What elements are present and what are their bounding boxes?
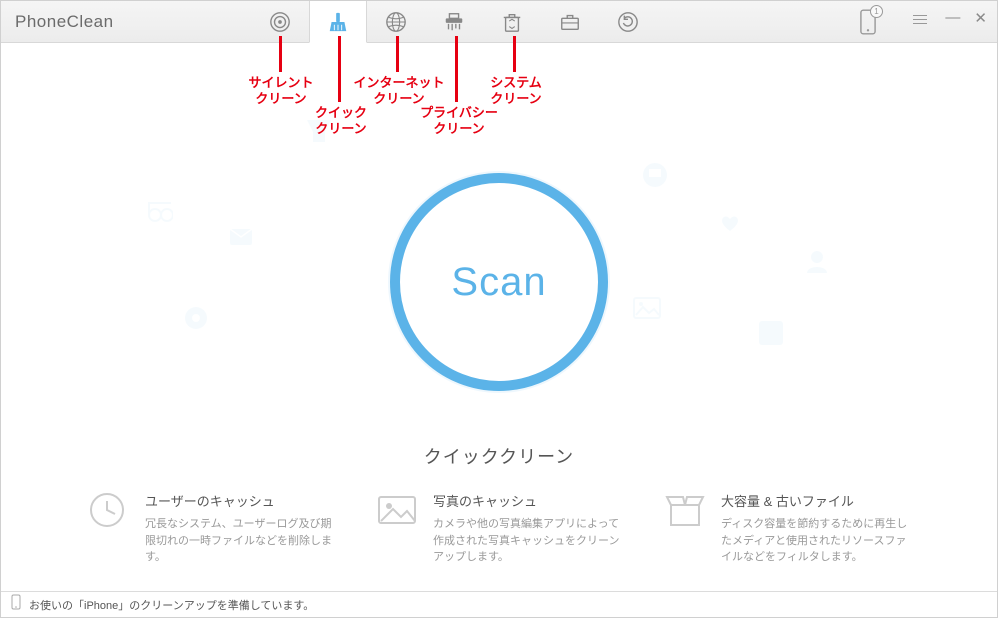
callout-silent: サイレントクリーン	[241, 75, 321, 106]
section-title: クイッククリーン	[1, 443, 997, 469]
callout-line-privacy	[455, 36, 458, 102]
callout-line-system	[513, 36, 516, 72]
status-phone-icon	[11, 594, 21, 615]
device-button[interactable]: 1	[859, 9, 877, 40]
feature-desc: カメラや他の写真編集アプリによって作成された写真キャッシュをクリーンアップします…	[433, 516, 623, 566]
callout-line-silent	[279, 36, 282, 72]
scan-label: Scan	[451, 260, 546, 305]
menu-button[interactable]	[913, 15, 927, 27]
topbar: PhoneClean 1 — ✕	[1, 1, 997, 43]
feature-large-old: 大容量 & 古いファイル ディスク容量を節約するために再生したメディアと使用され…	[663, 491, 911, 566]
shredder-icon	[443, 11, 465, 33]
refresh-icon	[617, 11, 639, 33]
minimize-button[interactable]: —	[945, 9, 960, 27]
app-title: PhoneClean	[15, 12, 114, 32]
status-text: お使いの「iPhone」のクリーンアップを準備しています。	[29, 597, 314, 613]
box-icon	[663, 491, 707, 529]
scan-button[interactable]: Scan	[390, 173, 608, 391]
feature-title: ユーザーのキャッシュ	[145, 491, 335, 510]
toolbox-tab[interactable]	[541, 1, 599, 43]
feature-desc: 冗長なシステム、ユーザーログ及び期限切れの一時ファイルなどを削除します。	[145, 516, 335, 566]
broom-icon	[327, 11, 349, 33]
system-clean-tab[interactable]	[483, 1, 541, 43]
features-row: ユーザーのキャッシュ 冗長なシステム、ユーザーログ及び期限切れの一時ファイルなど…	[1, 491, 997, 566]
toolbar	[251, 1, 657, 42]
clock-icon	[87, 491, 131, 529]
briefcase-icon	[559, 11, 581, 33]
callout-quick: クイッククリーン	[301, 105, 381, 136]
feature-title: 写真のキャッシュ	[433, 491, 623, 510]
feature-desc: ディスク容量を節約するために再生したメディアと使用されたリソースファイルなどをフ…	[721, 516, 911, 566]
callout-privacy: プライバシークリーン	[416, 105, 502, 136]
globe-icon	[385, 11, 407, 33]
close-button[interactable]: ✕	[974, 9, 987, 27]
picture-icon	[375, 491, 419, 529]
feature-title: 大容量 & 古いファイル	[721, 491, 911, 510]
callout-system: システムクリーン	[476, 75, 556, 106]
callout-internet: インターネットクリーン	[351, 75, 447, 106]
privacy-clean-tab[interactable]	[425, 1, 483, 43]
callout-line-quick	[338, 36, 341, 102]
target-icon	[269, 11, 291, 33]
refresh-tab[interactable]	[599, 1, 657, 43]
feature-photo-cache: 写真のキャッシュ カメラや他の写真編集アプリによって作成された写真キャッシュをク…	[375, 491, 623, 566]
feature-user-cache: ユーザーのキャッシュ 冗長なシステム、ユーザーログ及び期限切れの一時ファイルなど…	[87, 491, 335, 566]
device-badge: 1	[870, 5, 883, 18]
window-controls: — ✕	[945, 9, 987, 27]
callout-line-internet	[396, 36, 399, 72]
recycle-icon	[501, 11, 523, 33]
statusbar: お使いの「iPhone」のクリーンアップを準備しています。	[1, 591, 997, 617]
